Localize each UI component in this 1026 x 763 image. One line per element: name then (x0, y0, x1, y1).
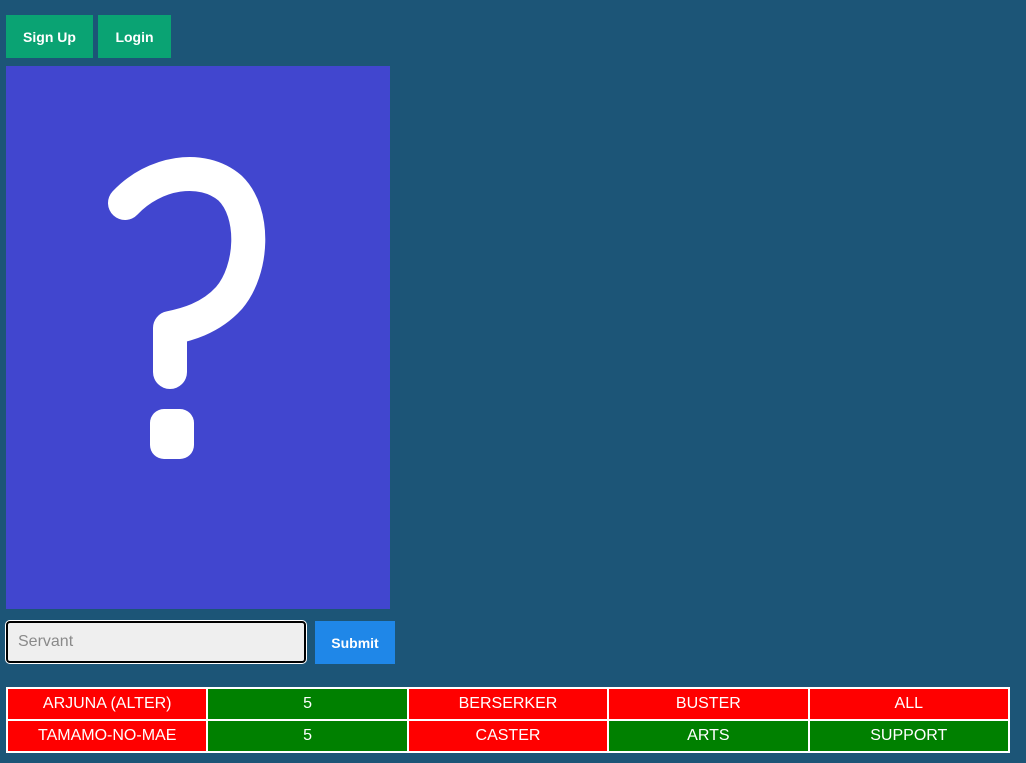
guess-cell-card-type: ARTS (609, 721, 808, 751)
guess-results-table: ARJUNA (ALTER) 5 BERSERKER BUSTER ALL TA… (6, 687, 1010, 753)
guess-cell-card-type: BUSTER (609, 689, 808, 719)
guess-row: ARJUNA (ALTER) 5 BERSERKER BUSTER ALL (8, 689, 1008, 719)
mystery-servant-card (6, 66, 390, 609)
guess-cell-class: CASTER (408, 721, 608, 751)
guess-cell-rarity: 5 (208, 721, 407, 751)
guess-cell-np-target: ALL (809, 689, 1008, 719)
auth-bar: Sign Up Login (6, 15, 171, 58)
guess-row: TAMAMO-NO-MAE 5 CASTER ARTS SUPPORT (8, 721, 1008, 751)
guess-cell-rarity: 5 (208, 689, 407, 719)
guess-cell-np-target: SUPPORT (809, 721, 1008, 751)
guess-cell-name: ARJUNA (ALTER) (8, 689, 207, 719)
servant-input[interactable] (6, 621, 306, 663)
page: Sign Up Login Submit ARJUNA (ALTER) 5 BE… (0, 0, 1026, 763)
guess-cell-name: TAMAMO-NO-MAE (8, 721, 207, 751)
guess-cell-class: BERSERKER (408, 689, 608, 719)
submit-button[interactable]: Submit (315, 621, 395, 664)
login-button[interactable]: Login (98, 15, 171, 58)
question-mark-icon (108, 157, 266, 459)
sign-up-button[interactable]: Sign Up (6, 15, 93, 58)
